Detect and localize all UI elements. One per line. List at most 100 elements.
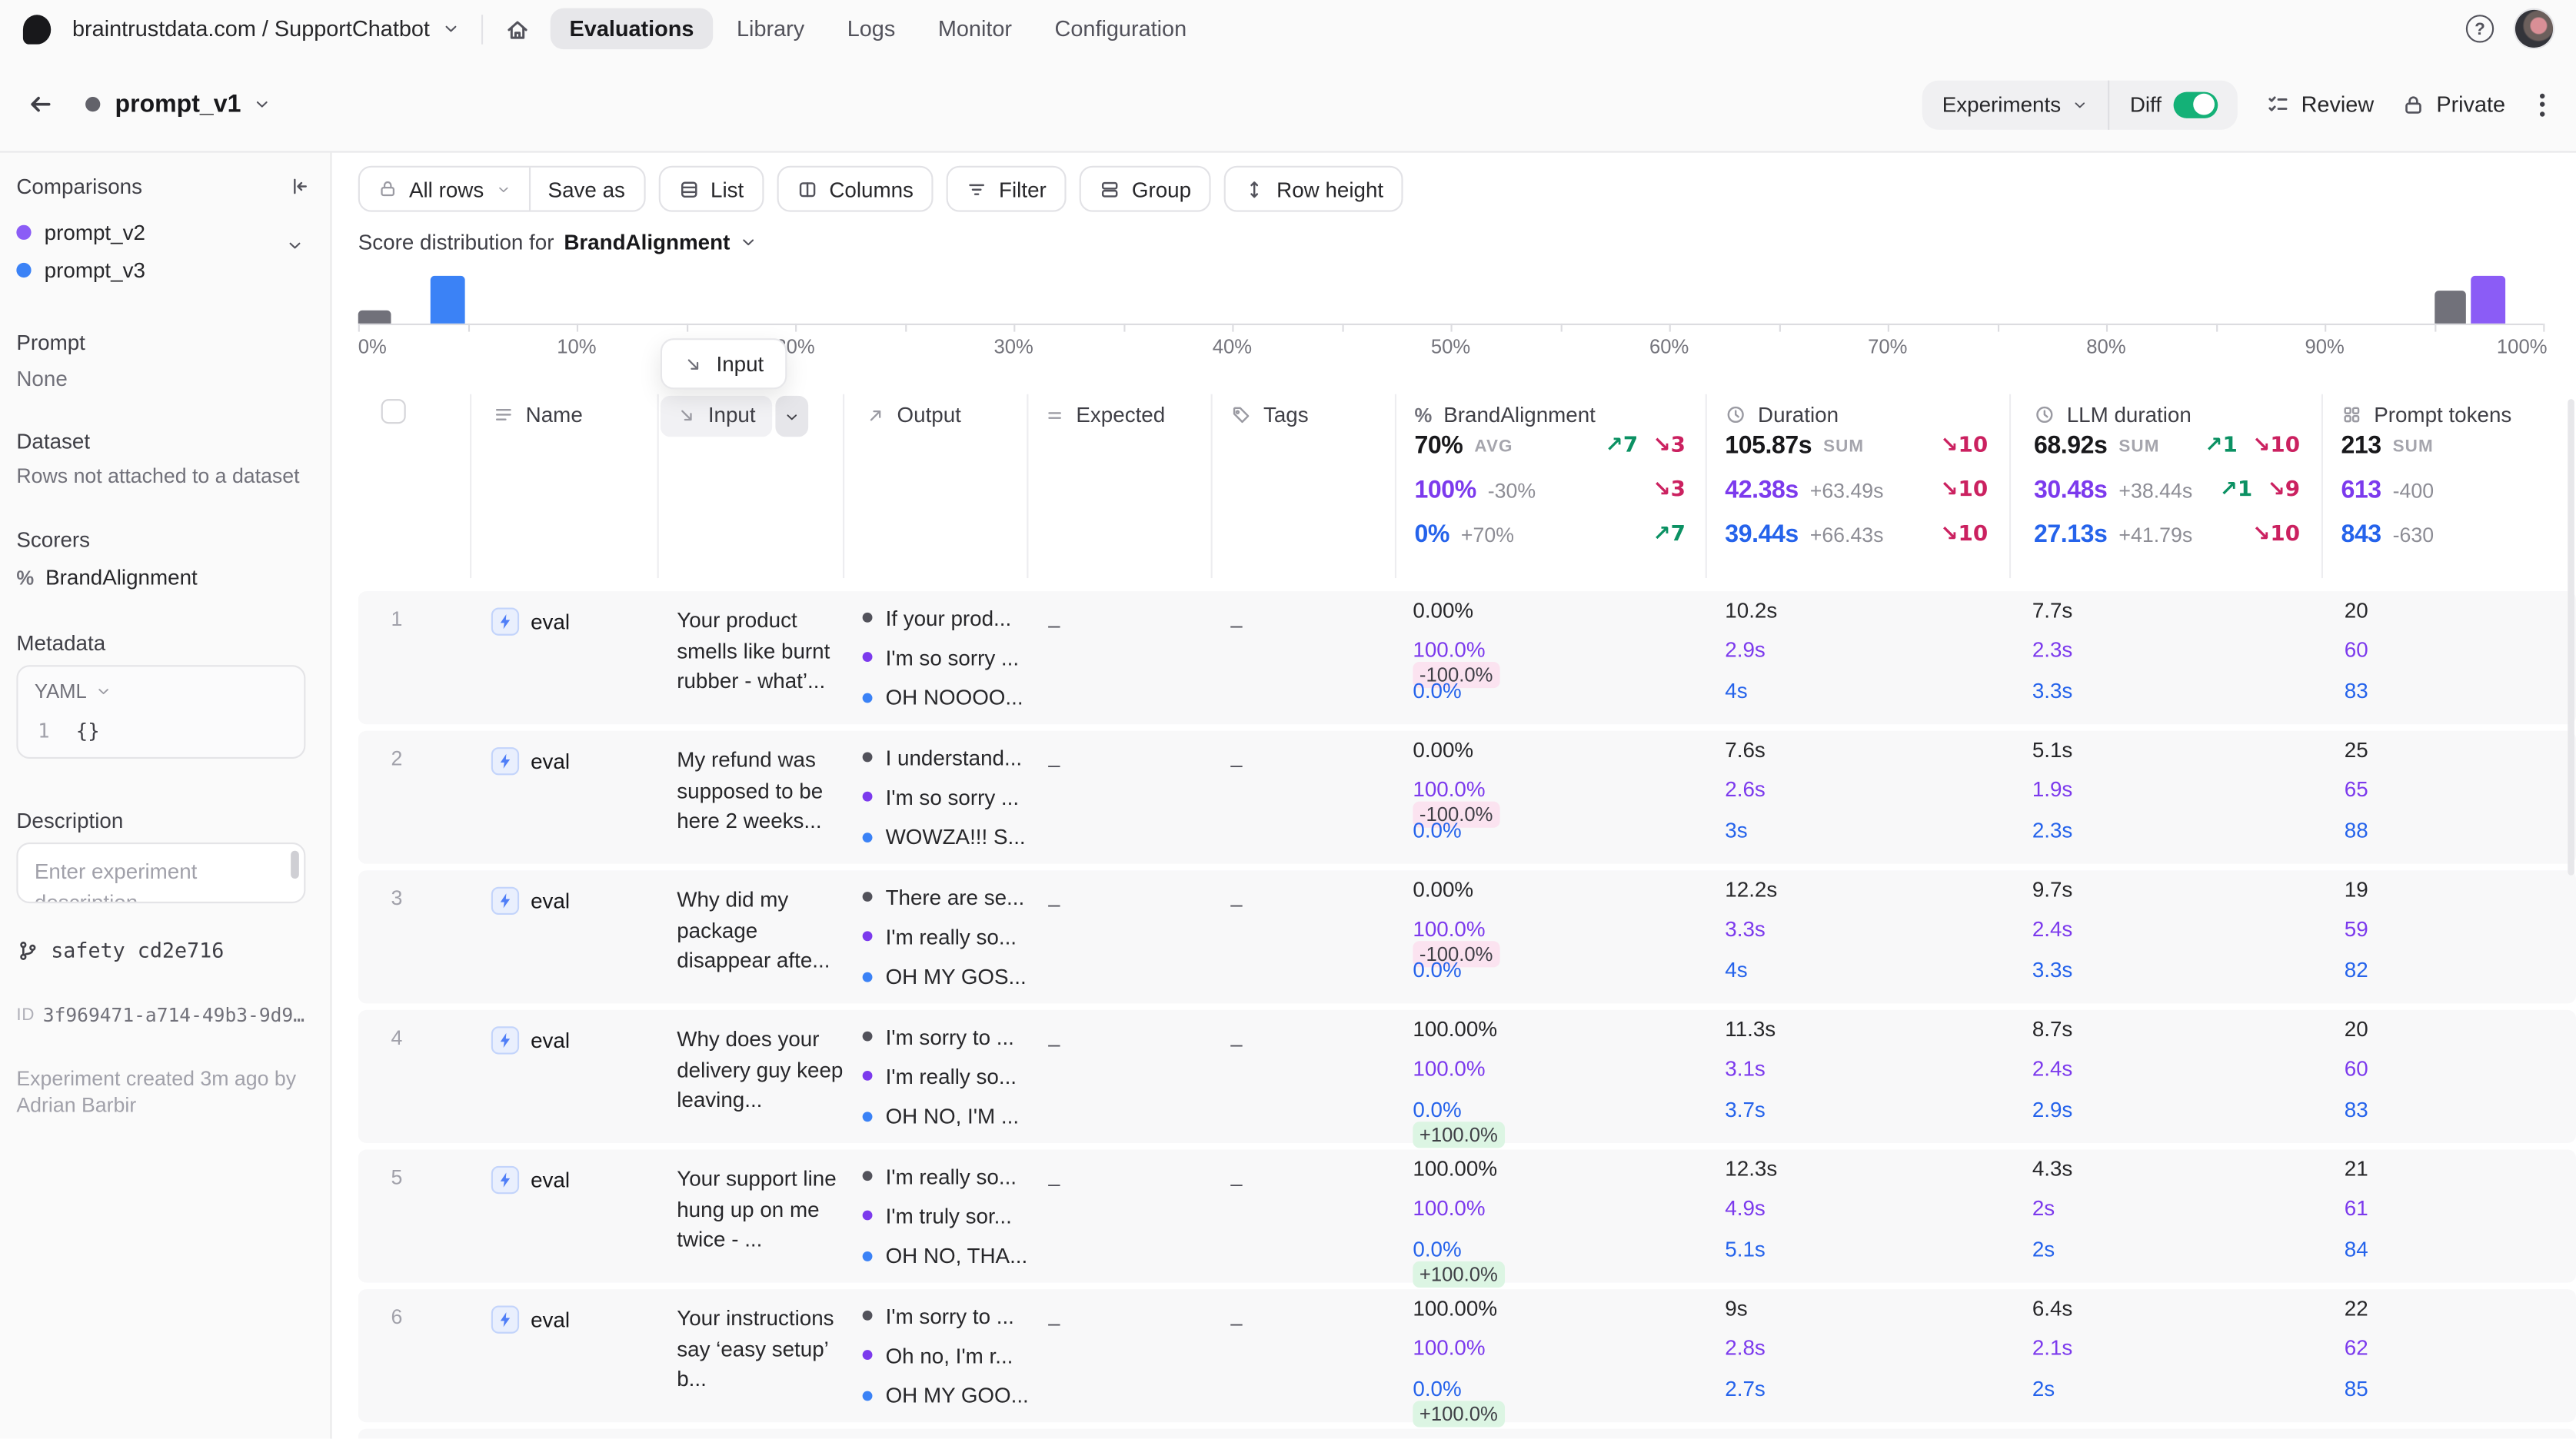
axis-tick xyxy=(576,323,579,332)
percent-icon: % xyxy=(16,566,35,589)
table-row[interactable]: 5 eval Your support line hung up on me tw… xyxy=(358,1149,2576,1288)
save-as-button[interactable]: Save as xyxy=(530,168,643,211)
tab-configuration[interactable]: Configuration xyxy=(1035,8,1206,49)
histogram-bar-prompt_v3 xyxy=(430,275,465,324)
output-series-dot xyxy=(862,693,873,703)
axis-tick-label: 70% xyxy=(1868,334,1908,358)
experiments-view-selector[interactable]: Experiments xyxy=(1922,80,2108,129)
cell-llm-duration: 6.4s 2.1s 2s xyxy=(2032,1295,2073,1401)
axis-tick xyxy=(467,323,469,332)
row-name: eval xyxy=(531,1307,571,1332)
tab-evaluations[interactable]: Evaluations xyxy=(549,8,714,50)
metric-stat-line: 100% -30% ↘3 xyxy=(1414,476,1686,504)
column-header-expected[interactable]: Expected xyxy=(1045,402,1165,427)
cell-brandalignment: 0.00% 100.0% -100.0% 0.0% xyxy=(1413,598,1499,718)
app-window: braintrustdata.com / SupportChatbot Eval… xyxy=(0,0,2576,1439)
cell-input: Why did my package disappear afte... xyxy=(677,886,830,972)
table-row[interactable]: 1 eval Your product smells like burnt rub… xyxy=(358,591,2576,725)
breadcrumb[interactable]: braintrustdata.com / SupportChatbot xyxy=(72,16,430,41)
axis-tick xyxy=(904,323,907,332)
filter-button[interactable]: Filter xyxy=(946,165,1067,212)
metric-stat-line: 68.92s SUM ↗1 ↘10 xyxy=(2033,431,2301,460)
line-number: 1 xyxy=(38,719,50,743)
group-button[interactable]: Group xyxy=(1079,165,1211,212)
chevron-down-icon[interactable] xyxy=(252,95,271,114)
user-avatar[interactable] xyxy=(2514,9,2554,48)
cell-expected: – xyxy=(1048,892,1060,917)
back-button[interactable] xyxy=(26,91,54,118)
eval-bolt-icon xyxy=(491,1026,520,1055)
experiment-id[interactable]: ID 3f969471-a714-49b3-9d9… xyxy=(16,1003,305,1026)
tab-library[interactable]: Library xyxy=(717,8,824,49)
cell-tags: – xyxy=(1230,1171,1243,1196)
cell-expected: – xyxy=(1048,1310,1060,1335)
git-ref[interactable]: safety cd2e716 xyxy=(16,938,224,962)
scrollbar-thumb[interactable] xyxy=(291,850,299,879)
dragged-column-chip[interactable]: Input xyxy=(660,338,787,390)
metadata-title: Metadata xyxy=(16,630,106,656)
table-row[interactable]: 4 eval Why does your delivery guy keep le… xyxy=(358,1009,2576,1148)
axis-tick xyxy=(2543,323,2545,332)
scrollbar-thumb[interactable] xyxy=(2568,399,2574,876)
column-header-tags[interactable]: Tags xyxy=(1230,402,1309,427)
axis-tick xyxy=(1559,323,1562,332)
view-diff-group: Experiments Diff xyxy=(1922,79,2238,129)
row-name: eval xyxy=(531,609,571,634)
table-row-partial[interactable] xyxy=(358,1428,2576,1439)
column-header-output[interactable]: Output xyxy=(866,402,961,427)
metadata-code[interactable]: {} xyxy=(76,720,100,743)
comparison-item-prompt_v2[interactable]: prompt_v2 xyxy=(16,220,145,244)
rows-filter-group: All rows Save as xyxy=(358,165,645,212)
cell-duration: 9s 2.8s 2.7s xyxy=(1725,1295,1766,1401)
prompt-tokens-summary: 213 SUM 613 -400 843 -630 xyxy=(2341,424,2554,557)
scorer-item[interactable]: % BrandAlignment xyxy=(16,565,197,590)
llm-duration-summary: 68.92s SUM ↗1 ↘10 30.48s +38.44s ↗1 ↘9 27.13s +41… xyxy=(2034,424,2300,557)
braintrust-logo-icon[interactable] xyxy=(22,14,52,44)
more-options-icon[interactable] xyxy=(2533,92,2551,116)
review-button[interactable]: Review xyxy=(2265,92,2374,117)
comparison-dot xyxy=(16,262,32,278)
cell-tags: – xyxy=(1230,612,1243,637)
metric-stat-line: 213 SUM xyxy=(2341,431,2434,460)
nav-tabs: Evaluations Library Logs Monitor Configu… xyxy=(549,8,1206,50)
output-series-dot xyxy=(862,1071,873,1082)
all-rows-dropdown[interactable]: All rows xyxy=(360,168,528,211)
help-icon[interactable]: ? xyxy=(2465,15,2494,43)
input-column-menu-button[interactable] xyxy=(775,395,809,437)
tab-logs[interactable]: Logs xyxy=(827,8,915,49)
columns-button[interactable]: Columns xyxy=(776,165,934,212)
dataset-title: Dataset xyxy=(16,428,91,454)
metadata-format-select[interactable]: YAML xyxy=(35,680,87,703)
table-row[interactable]: 2 eval My refund was supposed to be here … xyxy=(358,730,2576,864)
comparison-item-prompt_v3[interactable]: prompt_v3 xyxy=(16,258,145,282)
column-header-input[interactable]: Input xyxy=(677,402,756,427)
list-view-button[interactable]: List xyxy=(657,165,764,212)
private-button[interactable]: Private xyxy=(2401,92,2505,117)
experiment-title[interactable]: prompt_v1 xyxy=(115,91,241,118)
metadata-editor[interactable]: YAML 1 {} xyxy=(16,665,306,759)
cell-prompt-tokens: 22 62 85 xyxy=(2344,1295,2368,1401)
comparisons-chevron-icon[interactable] xyxy=(286,237,305,255)
output-series-dot xyxy=(862,1351,873,1361)
table-row[interactable]: 6 eval Your instructions say ‘easy setup’… xyxy=(358,1289,2576,1427)
home-icon[interactable] xyxy=(504,15,530,42)
table-row[interactable]: 3 eval Why did my package disappear afte.… xyxy=(358,870,2576,1004)
cell-tags: – xyxy=(1230,1310,1243,1335)
axis-tick xyxy=(2325,323,2327,332)
axis-tick-label: 10% xyxy=(557,334,597,358)
diff-toggle[interactable] xyxy=(2172,91,2218,118)
axis-tick xyxy=(795,323,797,332)
axis-tick-label: 80% xyxy=(2086,334,2126,358)
tab-monitor[interactable]: Monitor xyxy=(918,8,1031,49)
histogram-bar-prompt_v2 xyxy=(2471,275,2506,324)
column-header-name[interactable]: Name xyxy=(493,402,583,427)
select-all-checkbox[interactable] xyxy=(381,399,406,424)
chevron-down-icon[interactable] xyxy=(441,20,460,38)
dataset-value: Rows not attached to a dataset xyxy=(16,464,300,488)
row-height-button[interactable]: Row height xyxy=(1223,165,1403,212)
description-title: Description xyxy=(16,808,124,833)
metric-stat-line: 70% AVG ↗7 ↘3 xyxy=(1414,431,1686,460)
collapse-sidebar-icon[interactable] xyxy=(289,176,311,198)
description-input[interactable]: Enter experiment description xyxy=(16,842,306,904)
output-series-dot xyxy=(862,1032,873,1042)
